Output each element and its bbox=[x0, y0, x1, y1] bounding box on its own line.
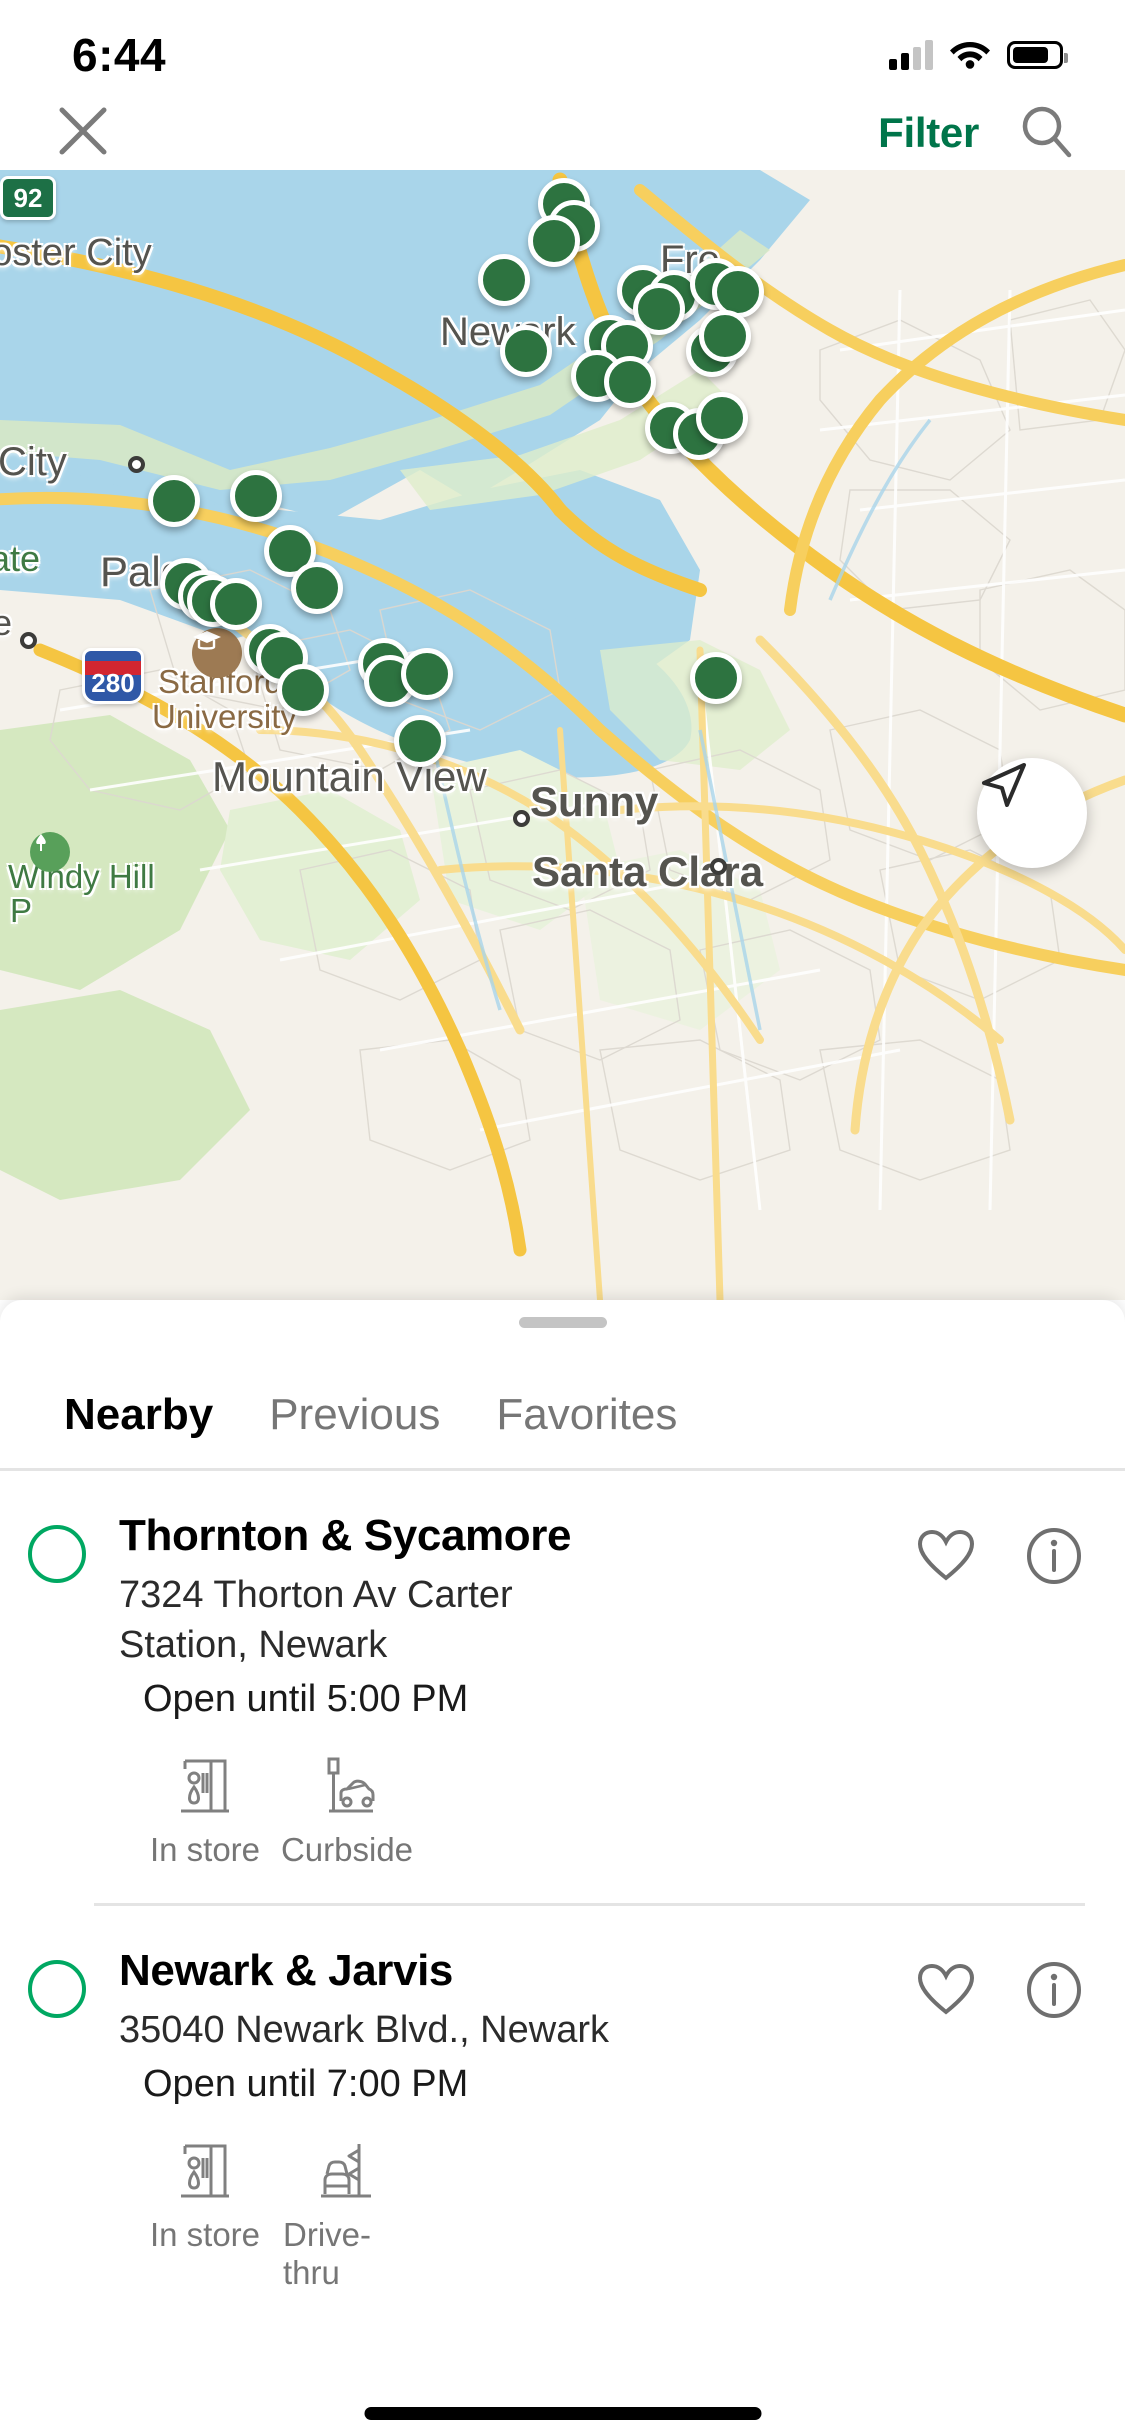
favorite-button[interactable] bbox=[915, 1527, 977, 1589]
search-button[interactable] bbox=[1013, 100, 1079, 166]
store-pin[interactable] bbox=[401, 648, 453, 700]
close-button[interactable] bbox=[50, 100, 116, 166]
drag-handle[interactable] bbox=[518, 1317, 607, 1328]
in-store-icon bbox=[173, 1747, 237, 1819]
cellular-signal-icon bbox=[889, 40, 933, 70]
store-pin[interactable] bbox=[604, 356, 656, 408]
filter-button[interactable]: Filter bbox=[878, 109, 979, 157]
city-dot bbox=[710, 858, 727, 875]
close-x-icon bbox=[56, 104, 110, 163]
nav-actions: Filter bbox=[878, 100, 1079, 166]
store-list-sheet: Nearby Previous Favorites Thornton & Syc… bbox=[0, 1300, 1125, 2436]
store-actions bbox=[915, 1511, 1085, 1869]
store-pin[interactable] bbox=[291, 562, 343, 614]
tab-nearby[interactable]: Nearby bbox=[36, 1390, 241, 1440]
store-hours: Open until 5:00 PM bbox=[143, 1677, 469, 1720]
store-pin[interactable] bbox=[528, 215, 580, 267]
highway-shield-92: 92 bbox=[0, 176, 56, 220]
locate-me-button[interactable] bbox=[977, 758, 1087, 868]
store-pin[interactable] bbox=[690, 652, 742, 704]
store-pin[interactable] bbox=[500, 325, 552, 377]
heart-icon bbox=[916, 1528, 976, 1589]
store-info-button[interactable] bbox=[1023, 1962, 1085, 2024]
in-store-icon bbox=[173, 2132, 237, 2204]
store-pin[interactable] bbox=[148, 475, 200, 527]
wifi-icon bbox=[949, 37, 991, 74]
store-list: Thornton & Sycamore 7324 Thorton Av Cart… bbox=[0, 1471, 1125, 2292]
store-select-radio[interactable] bbox=[28, 1959, 86, 2018]
store-select-radio[interactable] bbox=[28, 1525, 86, 1583]
store-address: 7324 Thorton Av Carter Station, Newark bbox=[119, 1571, 915, 1670]
feature-label: In store bbox=[149, 2216, 261, 2254]
store-pin[interactable] bbox=[696, 392, 748, 444]
tab-favorites[interactable]: Favorites bbox=[468, 1390, 705, 1440]
city-dot bbox=[513, 810, 530, 827]
store-list-item[interactable]: Newark & Jarvis 35040 Newark Blvd., Newa… bbox=[0, 1906, 1125, 2293]
home-indicator bbox=[364, 2407, 761, 2420]
map-view[interactable]: Foster City Newark Fre City ate Palo e S… bbox=[0, 170, 1125, 1300]
store-hours: Open until 7:00 PM bbox=[143, 2063, 469, 2106]
store-features: In store bbox=[119, 2132, 915, 2292]
store-address: 35040 Newark Blvd., Newark bbox=[119, 2009, 609, 2052]
store-address-line-1: 7324 Thorton Av Carter bbox=[119, 1574, 513, 1617]
curbside-icon bbox=[315, 1747, 379, 1819]
feature-in-store: In store bbox=[141, 1747, 269, 1869]
store-actions bbox=[915, 1946, 1085, 2293]
store-pin[interactable] bbox=[394, 715, 446, 767]
map-canvas bbox=[0, 170, 1125, 1300]
store-list-tabs: Nearby Previous Favorites bbox=[0, 1328, 1125, 1471]
store-list-item[interactable]: Thornton & Sycamore 7324 Thorton Av Cart… bbox=[0, 1471, 1125, 1869]
store-features: In store bbox=[119, 1747, 915, 1869]
feature-label: Curbside bbox=[280, 1830, 414, 1868]
search-icon bbox=[1017, 102, 1075, 165]
status-bar-indicators bbox=[889, 23, 1068, 74]
info-icon bbox=[1024, 1960, 1084, 2025]
favorite-button[interactable] bbox=[915, 1962, 977, 2024]
heart-icon bbox=[916, 1962, 976, 2023]
highway-shield-280: 280 bbox=[82, 648, 144, 704]
store-details: Newark & Jarvis 35040 Newark Blvd., Newa… bbox=[86, 1946, 915, 2293]
city-dot bbox=[20, 632, 37, 649]
store-name: Thornton & Sycamore bbox=[119, 1511, 572, 1560]
store-pin[interactable] bbox=[230, 470, 282, 522]
store-details: Thornton & Sycamore 7324 Thorton Av Cart… bbox=[86, 1511, 915, 1869]
drive-thru-icon bbox=[315, 2132, 379, 2204]
navigation-bar: Filter bbox=[0, 96, 1125, 170]
store-address-line-2: Station, Newark bbox=[119, 1623, 388, 1666]
store-pin[interactable] bbox=[210, 578, 262, 630]
feature-drive-thru: Drive-thru bbox=[283, 2132, 411, 2292]
store-pin[interactable] bbox=[478, 254, 530, 306]
status-bar-time: 6:44 bbox=[72, 29, 167, 81]
store-pin[interactable] bbox=[699, 310, 751, 362]
stanford-university-icon bbox=[192, 628, 242, 678]
store-pin[interactable] bbox=[277, 664, 329, 716]
store-info-button[interactable] bbox=[1023, 1527, 1085, 1589]
tab-previous[interactable]: Previous bbox=[241, 1390, 468, 1440]
feature-in-store: In store bbox=[141, 2132, 269, 2292]
battery-icon bbox=[1007, 41, 1068, 69]
feature-curbside: Curbside bbox=[280, 1747, 414, 1869]
feature-label: In store bbox=[149, 1830, 261, 1868]
status-bar: 6:44 bbox=[0, 0, 1125, 96]
windy-hill-park-icon bbox=[30, 832, 70, 872]
city-dot bbox=[128, 456, 145, 473]
info-icon bbox=[1024, 1526, 1084, 1591]
store-name: Newark & Jarvis bbox=[119, 1945, 453, 1995]
feature-label: Drive-thru bbox=[283, 2216, 371, 2292]
